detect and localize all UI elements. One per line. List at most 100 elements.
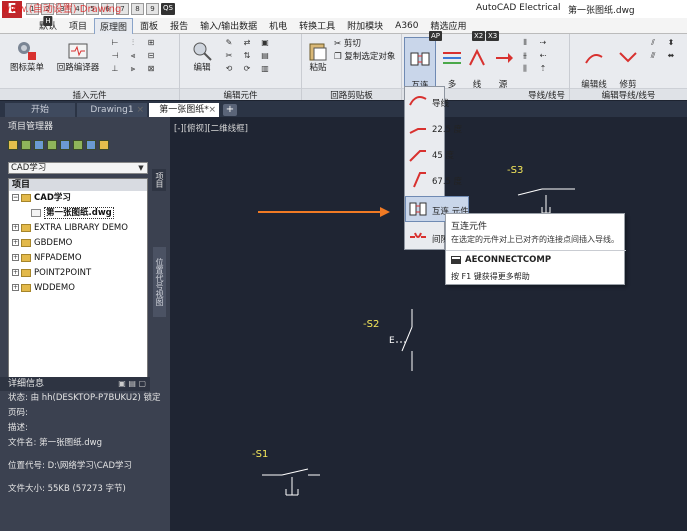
- project-select[interactable]: CAD学习 ▼: [8, 162, 148, 174]
- collapse-icon[interactable]: −: [12, 194, 19, 201]
- tab-project[interactable]: 项目: [64, 18, 92, 33]
- wire-tool-1-icon[interactable]: ⫴: [518, 38, 532, 48]
- edit-wire-tool-3-icon[interactable]: ⫻: [646, 51, 660, 61]
- dropdown-item-22-5-degree[interactable]: 22.5 度: [405, 114, 525, 140]
- doc-tab-first-drawing[interactable]: 第一张图纸* ×: [149, 103, 219, 117]
- wire-tool-3-icon[interactable]: ⫵: [518, 51, 532, 61]
- tree-item-point2point[interactable]: + POINT2POINT: [9, 266, 147, 281]
- edit-wire-tool-1-icon[interactable]: ⫽: [646, 38, 660, 48]
- qat-extra-button[interactable]: 9: [146, 3, 159, 15]
- command-icon: [451, 256, 461, 264]
- details-header-icons[interactable]: ▣ ▤ ▢: [118, 377, 146, 391]
- switch-s2-symbol[interactable]: [396, 309, 413, 371]
- edit-wire-tool-2-icon[interactable]: ⬍: [664, 38, 678, 48]
- tab-panel[interactable]: 面板: [135, 18, 163, 33]
- tab-electromechanical[interactable]: 机电: [264, 18, 292, 33]
- insert-tool-8-icon[interactable]: ⫸: [126, 64, 140, 74]
- expand-icon[interactable]: +: [12, 284, 19, 291]
- wire-mini-tools: ⫴ ⇢ ⫵ ⇠ ⫼ ⇡: [518, 38, 552, 74]
- tree-item-first-drawing[interactable]: 第一张图纸.dwg: [9, 206, 147, 221]
- copy-selected-button[interactable]: ❐ 复制选定对象: [334, 52, 395, 62]
- edit-wire-number-icon: [585, 54, 603, 64]
- tooltip-command: AECONNECTCOMP: [465, 255, 552, 265]
- edit-tool-5-icon[interactable]: ⇅: [240, 51, 254, 61]
- edit-mini-tools: ✎ ⇄ ▣ ✂ ⇅ ▤ ⟲ ⟳ ▥: [222, 38, 274, 74]
- wire-tool-4-icon[interactable]: ⇠: [536, 51, 550, 61]
- tab-import-export[interactable]: 输入/输出数据: [195, 18, 262, 33]
- edit-tool-6-icon[interactable]: ▤: [258, 51, 272, 61]
- edit-tool-4-icon[interactable]: ✂: [222, 51, 236, 61]
- insert-tool-7-icon[interactable]: ⊥: [108, 64, 122, 74]
- switch-s3-symbol[interactable]: [517, 188, 575, 214]
- doc-tab-drawing1[interactable]: Drawing1 ×: [77, 103, 147, 117]
- wire-45-icon: [409, 150, 426, 162]
- expand-icon[interactable]: +: [12, 239, 19, 246]
- insert-tool-4-icon[interactable]: ⊣: [108, 51, 122, 61]
- tab-badge: H: [43, 16, 53, 26]
- tree-item-nfpademo[interactable]: + NFPADEMO: [9, 251, 147, 266]
- edit-tool-1-icon[interactable]: ✎: [222, 38, 236, 48]
- side-tab-location-view[interactable]: 位置代号视图: [153, 247, 166, 317]
- add-tab-button[interactable]: +: [223, 104, 237, 116]
- qat-redo-button[interactable]: 8: [131, 3, 144, 15]
- insert-tool-5-icon[interactable]: ⫷: [126, 51, 140, 61]
- edit-tool-8-icon[interactable]: ⟳: [240, 64, 254, 74]
- close-icon[interactable]: ×: [208, 103, 216, 117]
- tree-item-extra-library[interactable]: + EXTRA LIBRARY DEMO: [9, 221, 147, 236]
- edit-tool-2-icon[interactable]: ⇄: [240, 38, 254, 48]
- doc-tab-start[interactable]: 开始: [5, 103, 75, 117]
- circuit-builder-button[interactable]: 回路编译器: [52, 40, 104, 73]
- plot-icon[interactable]: [86, 140, 96, 150]
- detail-page: 页码:: [8, 408, 28, 418]
- insert-tool-2-icon[interactable]: ⫶: [126, 38, 140, 48]
- expand-icon[interactable]: +: [12, 224, 19, 231]
- tree-item-cad-project[interactable]: − CAD学习: [9, 191, 147, 206]
- switch-s1-symbol[interactable]: [262, 468, 320, 496]
- wire-tool-2-icon[interactable]: ⇢: [536, 38, 550, 48]
- publish-icon[interactable]: [73, 140, 83, 150]
- edit-wire-tool-4-icon[interactable]: ⬌: [664, 51, 678, 61]
- insert-tool-3-icon[interactable]: ⊞: [144, 38, 158, 48]
- expand-icon[interactable]: +: [12, 269, 19, 276]
- folder-icon: [21, 223, 31, 232]
- edit-tool-9-icon[interactable]: ▥: [258, 64, 272, 74]
- edit-component-button[interactable]: 编辑: [184, 40, 220, 73]
- paste-button[interactable]: 粘贴: [304, 40, 332, 73]
- settings-icon[interactable]: [99, 140, 109, 150]
- annotation-arrow-icon: [258, 207, 390, 217]
- tab-a360[interactable]: A360NL: [390, 20, 423, 44]
- wire-tool-5-icon[interactable]: ⫼: [518, 64, 532, 74]
- close-icon[interactable]: ×: [136, 103, 144, 117]
- wire-tool-6-icon[interactable]: ⇡: [536, 64, 550, 74]
- panel-label-insert-components[interactable]: 插入元件: [0, 88, 179, 101]
- tab-default[interactable]: 默认 H: [34, 16, 62, 33]
- insert-tool-1-icon[interactable]: ⊢: [108, 38, 122, 48]
- task-list-icon[interactable]: [60, 140, 70, 150]
- new-project-icon[interactable]: [21, 140, 31, 150]
- insert-tool-6-icon[interactable]: ⊟: [144, 51, 158, 61]
- tree-item-gbdemo[interactable]: + GBDEMO: [9, 236, 147, 251]
- tab-reports[interactable]: 报告: [165, 18, 193, 33]
- cut-button[interactable]: ✂ 剪切: [334, 39, 361, 49]
- open-project-icon[interactable]: [8, 140, 18, 150]
- interconnect-components-button[interactable]: 互连 元件: [404, 37, 436, 101]
- gap-icon: [410, 232, 426, 238]
- dropdown-item-45-degree[interactable]: 45 度: [405, 140, 525, 166]
- dropdown-item-wire[interactable]: 导线: [405, 88, 525, 114]
- tree-item-wddemo[interactable]: + WDDEMO: [9, 281, 147, 296]
- tab-conversion-tools[interactable]: 转换工具: [294, 18, 340, 33]
- tab-schematic[interactable]: 原理图: [94, 17, 134, 34]
- side-tab-project[interactable]: 项目: [152, 169, 166, 191]
- project-properties-icon[interactable]: [34, 140, 44, 150]
- expand-icon[interactable]: +: [12, 254, 19, 261]
- panel-label-circuit-clipboard[interactable]: 回路剪贴板: [302, 88, 401, 101]
- refresh-icon[interactable]: [47, 140, 57, 150]
- icon-menu-button[interactable]: 图标菜单: [4, 40, 50, 73]
- panel-label-edit-wires[interactable]: 编辑导线/线号: [570, 88, 687, 101]
- panel-label-edit-components[interactable]: 编辑元件: [180, 88, 301, 101]
- insert-tool-9-icon[interactable]: ⊠: [144, 64, 158, 74]
- edit-tool-7-icon[interactable]: ⟲: [222, 64, 236, 74]
- tab-addins[interactable]: 附加模块: [342, 18, 388, 33]
- dropdown-item-67-5-degree[interactable]: 67.5 度: [405, 166, 525, 192]
- edit-tool-3-icon[interactable]: ▣: [258, 38, 272, 48]
